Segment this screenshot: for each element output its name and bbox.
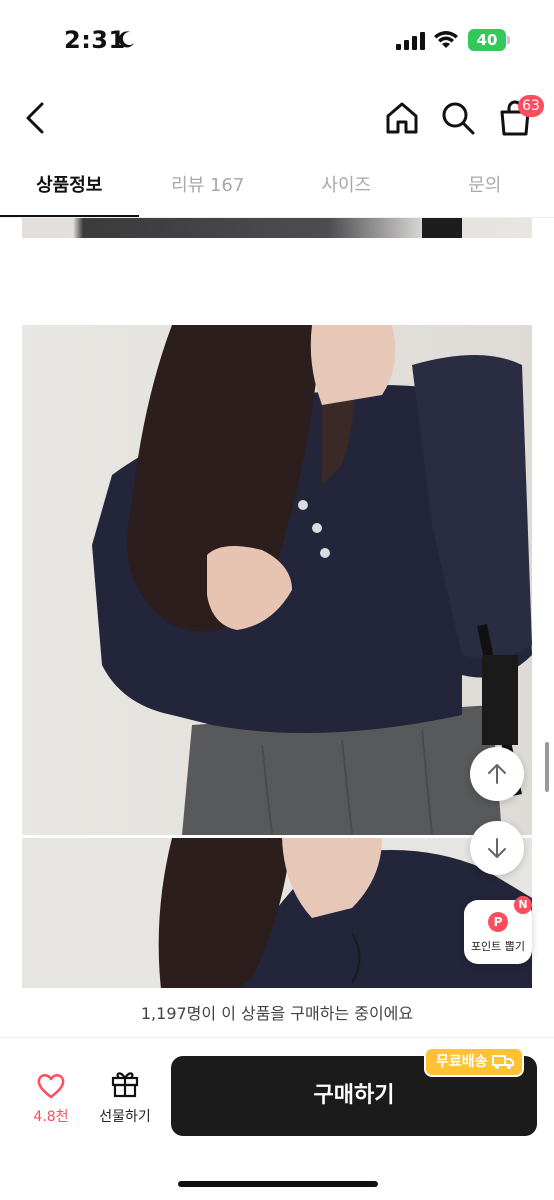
battery-level: 40	[468, 29, 506, 51]
home-indicator	[178, 1181, 378, 1187]
scroll-up-button[interactable]	[470, 747, 524, 801]
tab-product-info[interactable]: 상품정보	[0, 158, 139, 218]
new-badge: N	[514, 896, 532, 914]
product-image-fragment	[22, 218, 532, 238]
heart-icon	[37, 1074, 65, 1099]
point-draw-button[interactable]: P N 포인트 뽑기	[464, 896, 532, 964]
search-icon	[442, 102, 475, 135]
buying-notice: 1,197명이 이 상품을 구매하는 중이에요	[0, 988, 554, 1038]
point-icon: P	[488, 912, 508, 932]
tab-size[interactable]: 사이즈	[277, 158, 416, 218]
free-shipping-badge: 무료배송	[424, 1047, 524, 1077]
like-button[interactable]: 4.8천	[26, 1070, 76, 1130]
point-draw-label: 포인트 뽑기	[470, 940, 526, 953]
arrow-up-icon	[488, 764, 506, 784]
scroll-down-button[interactable]	[470, 821, 524, 875]
arrow-down-icon	[488, 838, 506, 858]
chevron-left-icon	[26, 102, 44, 134]
model-photo-illustration-2	[22, 838, 532, 998]
gift-label: 선물하기	[99, 1109, 151, 1125]
search-button[interactable]	[438, 98, 478, 138]
scrollbar[interactable]	[545, 742, 549, 792]
home-icon	[386, 102, 418, 134]
truck-icon	[491, 1055, 514, 1069]
cellular-signal-icon	[396, 32, 425, 50]
cart-count-badge: 63	[518, 95, 544, 117]
model-photo-illustration	[22, 325, 532, 835]
like-count: 4.8천	[33, 1109, 69, 1125]
wifi-icon	[434, 31, 458, 48]
product-photo	[22, 325, 532, 835]
status-bar: 2:31 40	[0, 0, 554, 80]
tab-reviews[interactable]: 리뷰 167	[139, 158, 278, 218]
status-time: 2:31	[64, 26, 126, 54]
battery-icon: 40	[468, 29, 510, 51]
gift-icon	[111, 1072, 139, 1098]
product-tabs: 상품정보 리뷰 167 사이즈 문의	[0, 158, 554, 218]
free-shipping-label: 무료배송	[436, 1054, 488, 1070]
top-navigation	[0, 80, 554, 156]
gift-button[interactable]: 선물하기	[92, 1068, 158, 1128]
product-photo-2	[22, 838, 532, 998]
home-button[interactable]	[382, 98, 422, 138]
moon-icon	[118, 31, 134, 48]
tab-inquiry[interactable]: 문의	[416, 158, 554, 218]
back-button[interactable]	[18, 100, 52, 136]
